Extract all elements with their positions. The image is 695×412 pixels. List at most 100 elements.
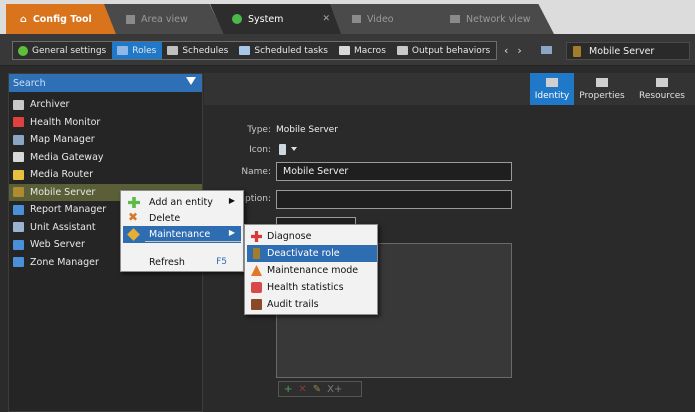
menu-item-label: Health statistics — [267, 282, 344, 293]
menu-item-label: Add an entity — [149, 197, 213, 208]
tree-item-media-gateway[interactable]: Media Gateway — [9, 149, 202, 167]
current-entity-field[interactable]: Mobile Server — [566, 42, 690, 60]
roles-icon — [117, 46, 129, 55]
edit-icon[interactable]: ✎ — [313, 384, 321, 395]
remove-all-icon[interactable]: X+ — [327, 384, 342, 395]
tab-label: Area view — [141, 13, 188, 25]
menu-item-add-entity[interactable]: Add an entity ▶ — [123, 194, 241, 211]
resources-icon — [656, 77, 668, 87]
button-label: Scheduled tasks — [254, 45, 328, 56]
tab-label: Video — [367, 13, 394, 25]
media-router-icon — [13, 169, 24, 180]
type-label: Type: — [247, 125, 271, 135]
remove-icon[interactable]: ✕ — [298, 384, 306, 395]
tasks-icon — [239, 46, 251, 55]
network-icon — [450, 15, 460, 23]
tab-resources[interactable]: Resources — [632, 73, 692, 105]
cone-icon — [251, 265, 262, 276]
tab-network-view[interactable]: Network view — [424, 4, 554, 34]
delete-icon: ✖ — [128, 210, 139, 224]
tree-item-media-router[interactable]: Media Router — [9, 166, 202, 184]
menu-item-label: Diagnose — [267, 231, 312, 242]
roles-button[interactable]: Roles — [112, 42, 163, 59]
tree-item-label: Web Server — [30, 239, 85, 251]
tab-area-view[interactable]: Area view — [104, 4, 224, 34]
properties-icon — [596, 77, 608, 87]
tab-label: Properties — [579, 90, 625, 101]
schedules-button[interactable]: Schedules — [162, 42, 234, 59]
tab-system[interactable]: System ✕ — [210, 4, 346, 34]
web-server-icon — [13, 239, 24, 250]
tree-item-health-monitor[interactable]: Health Monitor — [9, 114, 202, 132]
button-label: Roles — [132, 45, 157, 56]
area-icon — [126, 14, 135, 24]
zone-manager-icon — [13, 257, 24, 268]
menu-item-label: Delete — [149, 213, 181, 224]
filter-icon[interactable] — [186, 77, 196, 85]
menu-item-maintenance-mode[interactable]: Maintenance mode — [247, 262, 377, 279]
chevron-down-icon — [291, 147, 297, 151]
report-manager-icon — [13, 204, 24, 215]
maintenance-icon — [127, 228, 140, 241]
description-field[interactable] — [276, 190, 512, 209]
tree-item-label: Unit Assistant — [30, 221, 96, 233]
name-value: Mobile Server — [283, 166, 349, 177]
menu-item-health-statistics[interactable]: Health statistics — [247, 279, 377, 296]
tab-identity[interactable]: Identity — [530, 73, 574, 105]
name-field[interactable]: Mobile Server — [276, 162, 512, 181]
nav-arrows: ‹› — [504, 44, 531, 57]
tree-item-map-manager[interactable]: Map Manager — [9, 131, 202, 149]
entity-browser-icon[interactable] — [541, 46, 552, 54]
tree-item-label: Report Manager — [30, 204, 107, 216]
back-button[interactable]: ‹ — [504, 44, 517, 57]
general-settings-button[interactable]: General settings — [13, 42, 112, 59]
menu-item-deactivate-role[interactable]: Deactivate role — [247, 245, 377, 262]
mobile-server-icon — [573, 45, 581, 57]
mobile-server-icon — [279, 144, 286, 155]
mobile-server-icon — [13, 187, 24, 198]
search-input[interactable]: Search — [9, 74, 202, 92]
close-icon[interactable]: ✕ — [322, 14, 330, 24]
health-monitor-icon — [13, 117, 24, 128]
button-label: Macros — [353, 45, 386, 56]
current-entity-label: Mobile Server — [589, 45, 655, 57]
tree-item-label: Zone Manager — [30, 256, 99, 268]
add-icon[interactable]: + — [284, 384, 292, 395]
icon-picker[interactable] — [277, 143, 303, 155]
menu-item-audit-trails[interactable]: Audit trails — [247, 296, 377, 313]
menu-item-label: Maintenance — [149, 229, 211, 240]
macros-button[interactable]: Macros — [334, 42, 392, 59]
search-placeholder: Search — [13, 77, 46, 89]
tab-properties[interactable]: Properties — [576, 73, 628, 105]
maintenance-submenu: Diagnose Deactivate role Maintenance mod… — [244, 224, 378, 315]
output-icon — [396, 46, 408, 55]
archiver-icon — [13, 99, 24, 110]
submenu-arrow-icon: ▶ — [228, 196, 235, 205]
tab-config-tool[interactable]: ⌂ Config Tool — [6, 4, 120, 34]
forward-button[interactable]: › — [517, 44, 530, 57]
system-icon — [232, 14, 242, 24]
menu-item-delete[interactable]: ✖ Delete — [123, 210, 241, 227]
menu-item-diagnose[interactable]: Diagnose — [247, 228, 377, 245]
tab-label: Config Tool — [32, 13, 92, 25]
map-manager-icon — [13, 134, 24, 145]
button-label: General settings — [32, 45, 107, 56]
menu-item-label: Refresh — [149, 257, 185, 268]
menu-item-label: Maintenance mode — [267, 265, 359, 276]
video-icon — [352, 15, 361, 23]
context-menu: Add an entity ▶ ✖ Delete Maintenance ▶ R… — [120, 190, 244, 272]
tree-item-label: Media Router — [30, 169, 94, 181]
unit-assistant-icon — [13, 222, 24, 233]
tab-video[interactable]: Video — [330, 4, 440, 34]
menu-item-refresh[interactable]: Refresh F5 — [123, 254, 241, 271]
relationship-edit-buttons: + ✕ ✎ X+ — [278, 381, 362, 397]
tree-item-archiver[interactable]: Archiver — [9, 96, 202, 114]
output-behaviors-button[interactable]: Output behaviors — [392, 42, 496, 59]
tab-label: Resources — [639, 90, 685, 101]
tree-item-label: Media Gateway — [30, 151, 104, 163]
scheduled-tasks-button[interactable]: Scheduled tasks — [234, 42, 334, 59]
diagnose-icon — [251, 231, 262, 242]
calendar-icon — [167, 46, 179, 55]
tree-item-label: Map Manager — [30, 134, 95, 146]
tree-item-label: Archiver — [30, 99, 70, 111]
